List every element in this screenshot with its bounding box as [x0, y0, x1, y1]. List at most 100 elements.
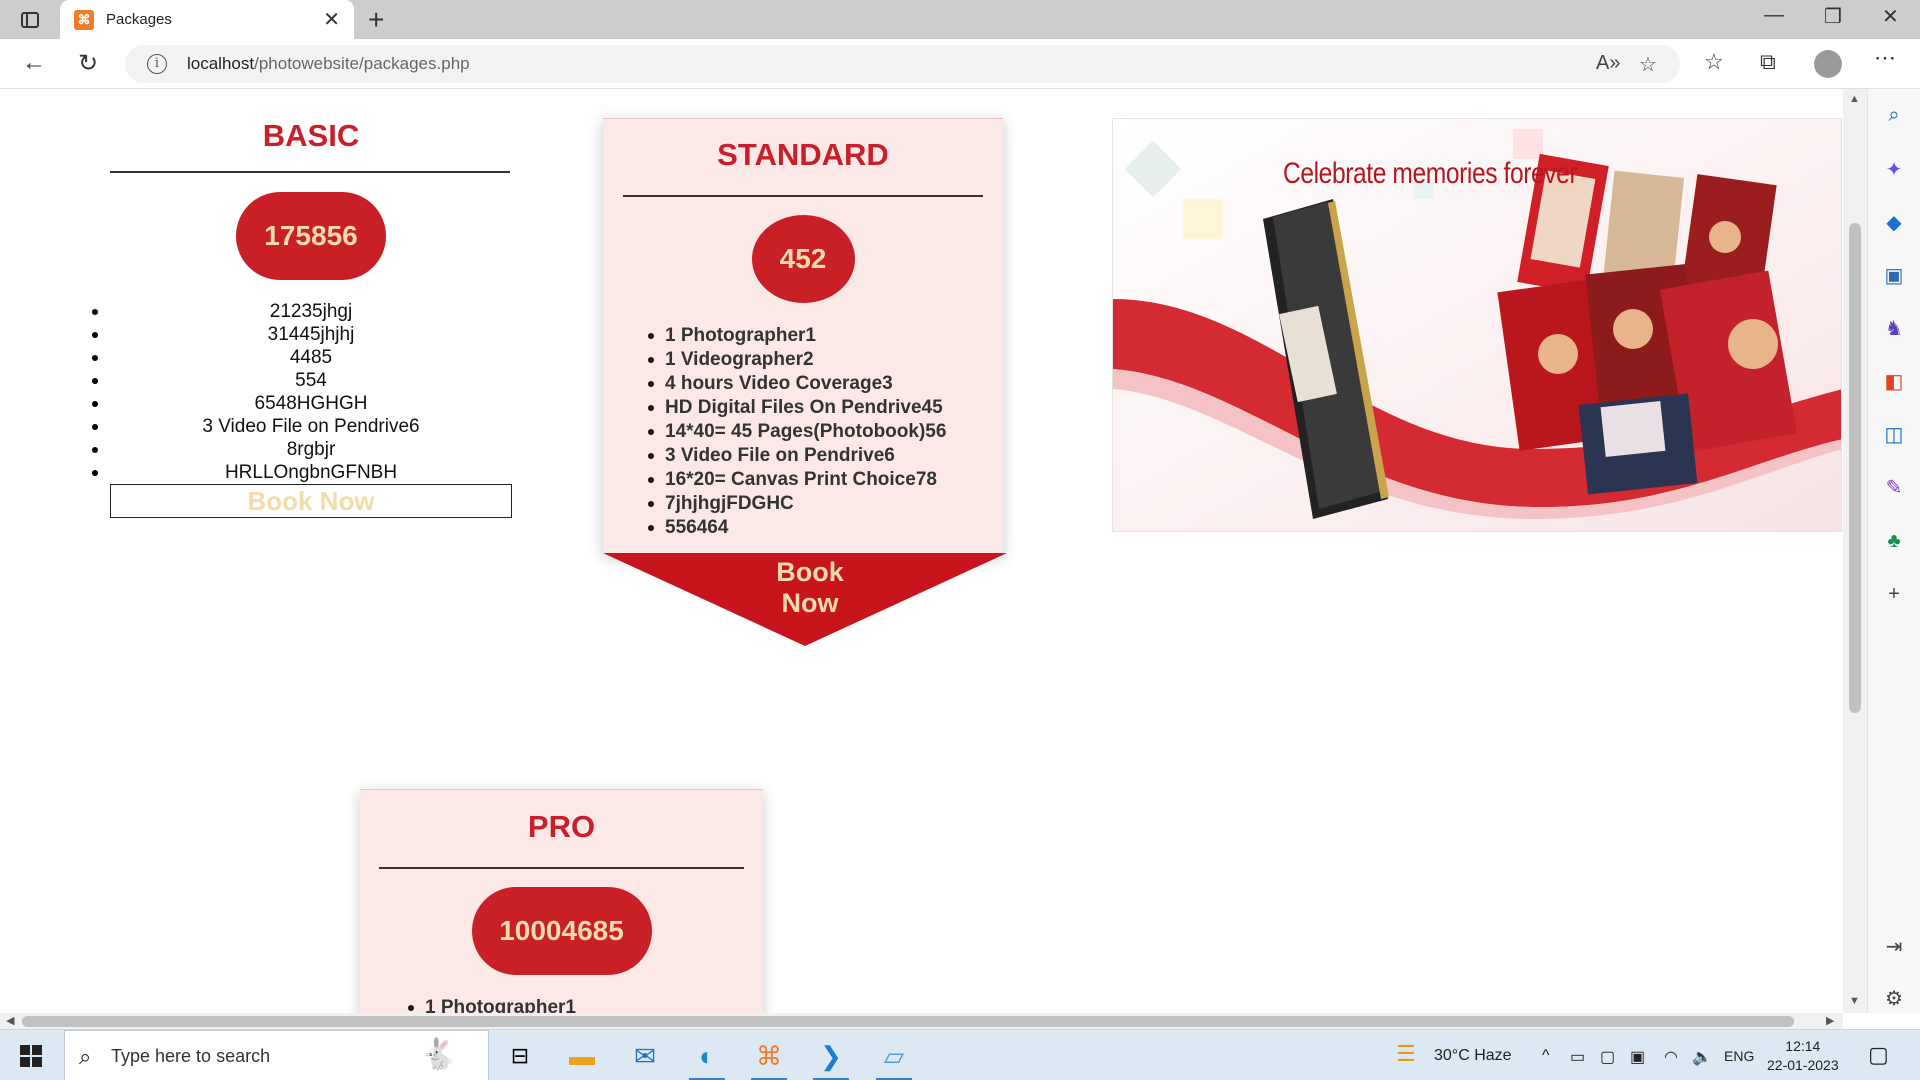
games-icon[interactable]: ♞ [1882, 317, 1906, 341]
pro-title: PRO [527, 809, 596, 844]
edge-sidebar: ⌕ ✦ ◆ ▣ ♞ ◧ ◫ ✎ ♣ + ⇥ ⚙ [1867, 89, 1920, 1013]
vertical-scrollbar[interactable]: ▲ ▼ [1843, 89, 1867, 1013]
search-icon: ⌕ [79, 1044, 92, 1069]
more-menu-icon[interactable]: ⋯ [1874, 45, 1896, 71]
profile-avatar[interactable] [1814, 50, 1842, 78]
windows-start-icon[interactable] [20, 1045, 42, 1067]
shopping-tag-icon[interactable]: ◆ [1882, 211, 1906, 235]
wifi-icon[interactable]: ◠ [1664, 1047, 1678, 1067]
standard-package-card: STANDARD 452 1 Photographer1 1 Videograp… [603, 118, 1003, 554]
scroll-right-arrow-icon[interactable]: ▶ [1826, 1014, 1834, 1027]
restore-icon[interactable]: ❐ [1824, 4, 1842, 29]
standard-book-now-button[interactable]: Book Now [750, 557, 870, 619]
tab-title: Packages [106, 11, 172, 28]
list-item: HRLLOngbnGFNBH [92, 461, 512, 484]
clock-time: 12:14 [1785, 1038, 1821, 1054]
volume-icon[interactable]: 🔈 [1692, 1047, 1712, 1067]
list-item: 6548HGHGH [92, 392, 512, 415]
browser-toolbar: ← ↻ i localhost/photowebsite/packages.ph… [0, 39, 1920, 89]
windows-taskbar: ⌕ Type here to search 🐇 ⊟ ▬ ✉ ◐ ⌘ ❯ ▱ ☰ … [0, 1029, 1920, 1080]
list-item: 1 Photographer1 [408, 996, 763, 1013]
designer-icon[interactable]: ✎ [1882, 476, 1906, 500]
notifications-icon[interactable]: ▢ [1868, 1042, 1889, 1068]
basic-package-card: BASIC 175856 21235jhgj 31445jhjhj 4485 5… [92, 89, 512, 518]
taskbar-search-box[interactable]: ⌕ Type here to search 🐇 [64, 1030, 489, 1080]
url-text[interactable]: localhost/photowebsite/packages.php [187, 54, 470, 74]
list-item: 3 Video File on Pendrive6 [92, 415, 512, 438]
minimize-icon[interactable]: — [1764, 4, 1784, 27]
list-item: 4485 [92, 346, 512, 369]
basic-feature-list: 21235jhgj 31445jhjhj 4485 554 6548HGHGH … [92, 300, 512, 484]
standard-feature-list: 1 Photographer1 1 Videographer2 4 hours … [603, 324, 1003, 540]
hide-sidebar-icon[interactable]: ⇥ [1882, 935, 1906, 959]
input-language[interactable]: ENG [1724, 1048, 1754, 1064]
vscode-icon[interactable]: ❯ [813, 1039, 849, 1080]
scroll-down-arrow-icon[interactable]: ▼ [1849, 995, 1860, 1007]
taskbar-clock[interactable]: 12:14 22-01-2023 [1767, 1037, 1839, 1075]
site-info-icon[interactable]: i [147, 54, 167, 74]
address-bar[interactable]: i localhost/photowebsite/packages.php A»… [125, 45, 1680, 83]
vertical-scroll-thumb[interactable] [1849, 223, 1861, 713]
pro-divider [379, 867, 744, 869]
list-item: 1 Photographer1 [648, 324, 1003, 348]
basic-book-now-button[interactable]: Book Now [110, 484, 512, 518]
url-path: /photowebsite/packages.php [254, 54, 470, 73]
meet-now-icon[interactable]: ▢ [1600, 1047, 1615, 1067]
standard-title: STANDARD [717, 137, 889, 172]
tree-icon[interactable]: ♣ [1882, 529, 1906, 553]
xampp-icon[interactable]: ⌘ [751, 1039, 787, 1080]
standard-divider [623, 195, 983, 197]
show-hidden-icons-chevron-icon[interactable]: ^ [1542, 1047, 1550, 1065]
bunny-search-highlight-icon: 🐇 [420, 1038, 458, 1071]
scroll-up-arrow-icon[interactable]: ▲ [1849, 93, 1860, 105]
tab-actions-icon[interactable] [21, 12, 39, 28]
file-explorer-icon[interactable]: ▬ [564, 1039, 600, 1073]
list-item: 7jhjhgjFDGHC [648, 492, 1003, 516]
new-tab-button[interactable]: + [368, 4, 384, 36]
list-item: 14*40= 45 Pages(Photobook)56 [648, 420, 1003, 444]
notepad-icon[interactable]: ▱ [876, 1039, 912, 1080]
page-viewport: BASIC 175856 21235jhgj 31445jhjhj 4485 5… [0, 89, 1843, 1013]
read-aloud-icon[interactable]: A» [1596, 52, 1620, 75]
banner-headline: Celebrate memories forever [1283, 157, 1578, 190]
copilot-icon[interactable]: ✦ [1882, 158, 1906, 182]
browser-tab[interactable]: ⌘ Packages ✕ [60, 0, 354, 39]
close-tab-icon[interactable]: ✕ [323, 7, 340, 32]
mail-icon[interactable]: ✉ [627, 1039, 663, 1073]
basic-price: 175856 [236, 192, 386, 280]
favorites-icon[interactable]: ☆ [1704, 49, 1724, 75]
clock-date: 22-01-2023 [1767, 1057, 1839, 1073]
list-item: 1 Videographer2 [648, 348, 1003, 372]
office-icon[interactable]: ◧ [1882, 370, 1906, 394]
close-window-icon[interactable]: ✕ [1882, 4, 1899, 29]
horizontal-scroll-thumb[interactable] [22, 1016, 1794, 1027]
weather-text[interactable]: 30°C Haze [1434, 1047, 1512, 1065]
edge-browser-icon[interactable]: ◐ [689, 1039, 725, 1080]
refresh-icon[interactable]: ↻ [78, 49, 98, 78]
display-icon[interactable]: ▣ [1630, 1047, 1645, 1067]
standard-book-label-1: Book [776, 557, 844, 587]
taskbar-search-placeholder: Type here to search [111, 1046, 271, 1066]
collections-icon[interactable]: ⧉ [1760, 49, 1776, 75]
list-item: 556464 [648, 516, 1003, 540]
settings-gear-icon[interactable]: ⚙ [1882, 987, 1906, 1011]
add-sidebar-app-icon[interactable]: + [1882, 582, 1906, 606]
add-favorite-icon[interactable]: ☆ [1639, 52, 1657, 77]
horizontal-scrollbar[interactable]: ◀ ▶ [0, 1013, 1843, 1029]
url-host: localhost [187, 54, 255, 73]
list-item: 21235jhgj [92, 300, 512, 323]
pro-feature-list: 1 Photographer1 [360, 996, 763, 1013]
list-item: 8rgbjr [92, 438, 512, 461]
weather-haze-icon[interactable]: ☰ [1396, 1041, 1416, 1067]
outlook-icon[interactable]: ◫ [1882, 423, 1906, 447]
tools-icon[interactable]: ▣ [1882, 264, 1906, 288]
list-item: 16*20= Canvas Print Choice78 [648, 468, 1003, 492]
list-item: 4 hours Video Coverage3 [648, 372, 1003, 396]
standard-price: 452 [751, 215, 855, 303]
scroll-left-arrow-icon[interactable]: ◀ [6, 1014, 14, 1027]
search-icon[interactable]: ⌕ [1882, 103, 1906, 127]
task-view-icon[interactable]: ⊟ [502, 1039, 538, 1073]
battery-icon[interactable]: ▭ [1570, 1047, 1585, 1067]
albums-banner-image: Celebrate memories forever [1112, 118, 1842, 532]
back-arrow-icon[interactable]: ← [22, 49, 46, 77]
